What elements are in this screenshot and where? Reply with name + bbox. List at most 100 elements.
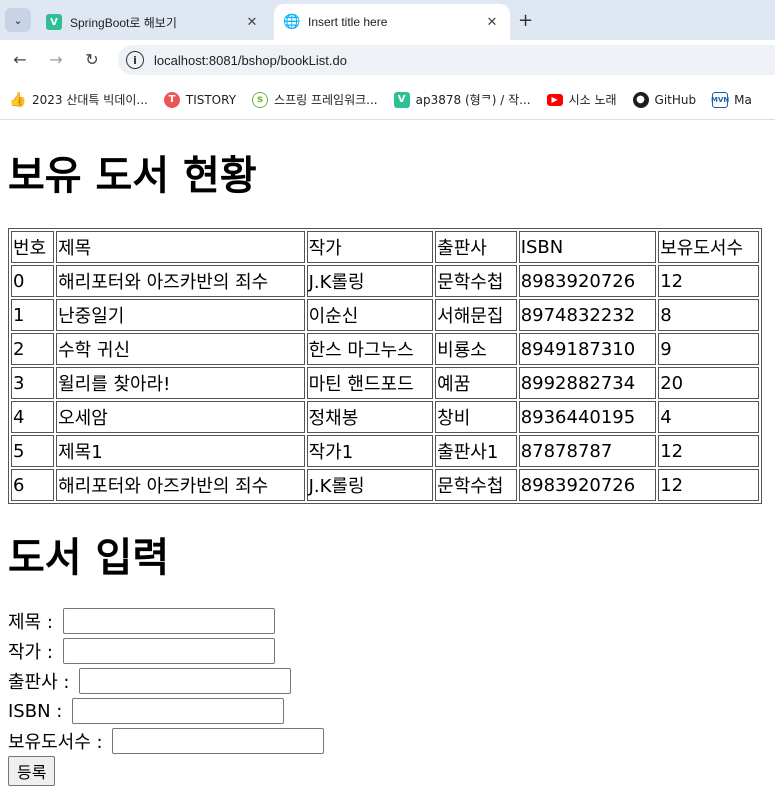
table-cell: 4: [658, 401, 759, 433]
toolbar: ← → ↻ i localhost:8081/bshop/bookList.do: [0, 40, 775, 80]
thumbs-up-icon: 👍: [9, 91, 27, 108]
table-cell: 문학수첩: [435, 469, 517, 501]
bookmark-label: 스프링 프레임워크...: [274, 93, 378, 107]
tab-springboot[interactable]: V SpringBoot로 해보기 ✕: [38, 4, 270, 40]
back-arrow-icon[interactable]: ←: [10, 50, 30, 70]
bookmark-youtube[interactable]: ▶ 시소 노래: [546, 91, 617, 108]
tab-title: Insert title here: [308, 15, 388, 29]
stock-input[interactable]: [112, 728, 325, 754]
author-label: 작가 :: [8, 642, 59, 663]
header-cell: ISBN: [518, 231, 657, 263]
table-cell: J.K롤링: [306, 469, 434, 501]
form-title: 도서 입력: [8, 535, 170, 581]
publisher-row: 출판사 :: [8, 666, 767, 696]
tab-bar: ⌄ V SpringBoot로 해보기 ✕ 🌐 Insert title her…: [0, 0, 775, 40]
book-input-form: 제목 : 작가 : 출판사 : ISBN : 보유도서수 : 등록: [8, 606, 767, 786]
table-row: 1 난중일기 이순신 서해문집 8974832232 8: [11, 299, 759, 331]
new-tab-button[interactable]: +: [518, 10, 533, 31]
bookmark-ap3878[interactable]: V ap3878 (형ᄏ) / 작...: [393, 91, 531, 108]
isbn-input[interactable]: [72, 698, 285, 724]
isbn-label: ISBN :: [8, 700, 69, 722]
table-row: 3 윌리를 찾아라! 마틴 핸드포드 예꿈 8992882734 20: [11, 367, 759, 399]
table-cell: 8949187310: [518, 333, 657, 365]
table-cell: 12: [658, 435, 759, 467]
bookmark-label: Ma: [734, 92, 752, 107]
address-bar[interactable]: i localhost:8081/bshop/bookList.do: [118, 45, 775, 75]
table-cell: 2: [11, 333, 55, 365]
tistory-icon: T: [163, 91, 180, 108]
table-cell: 한스 마그누스: [306, 333, 434, 365]
table-row: 6 해리포터와 아즈카반의 죄수 J.K롤링 문학수첩 8983920726 12: [11, 469, 759, 501]
publisher-label: 출판사 :: [8, 672, 76, 693]
table-cell: 4: [11, 401, 55, 433]
table-cell: 이순신: [306, 299, 434, 331]
github-icon: ●: [632, 91, 649, 108]
table-cell: 예꿈: [435, 367, 517, 399]
title-input[interactable]: [62, 608, 275, 634]
table-cell: 8983920726: [518, 265, 657, 297]
page-title: 보유 도서 현황: [8, 153, 257, 199]
stock-label: 보유도서수 :: [8, 732, 109, 753]
header-cell: 출판사: [435, 231, 517, 263]
tab-insert-title[interactable]: 🌐 Insert title here ✕: [274, 4, 510, 40]
table-cell: 0: [11, 265, 55, 297]
submit-button[interactable]: 등록: [8, 756, 56, 786]
reload-icon[interactable]: ↻: [82, 50, 102, 70]
bookmark-label: GitHub: [654, 92, 697, 107]
tab-search-button[interactable]: ⌄: [5, 8, 31, 32]
table-cell: J.K롤링: [306, 265, 434, 297]
table-cell: 출판사1: [435, 435, 517, 467]
header-cell: 보유도서수: [658, 231, 759, 263]
book-table: 번호 제목 작가 출판사 ISBN 보유도서수 0 해리포터와 아즈카반의 죄수 J…: [8, 228, 762, 504]
table-cell: 8992882734: [518, 367, 657, 399]
author-input[interactable]: [62, 638, 275, 664]
close-icon[interactable]: ✕: [242, 14, 262, 30]
publisher-input[interactable]: [79, 668, 292, 694]
mvn-icon: MVN: [711, 91, 729, 108]
bookmark-maven[interactable]: MVN Ma: [711, 91, 752, 108]
table-row: 2 수학 귀신 한스 마그누스 비룡소 8949187310 9: [11, 333, 759, 365]
table-cell: 마틴 핸드포드: [306, 367, 434, 399]
table-cell: 제목1: [56, 435, 305, 467]
table-cell: 87878787: [518, 435, 657, 467]
table-cell: 서해문집: [435, 299, 517, 331]
table-cell: 난중일기: [56, 299, 305, 331]
table-cell: 창비: [435, 401, 517, 433]
isbn-row: ISBN :: [8, 696, 767, 726]
v-icon: V: [393, 91, 410, 108]
table-cell: 3: [11, 367, 55, 399]
bookmark-spring[interactable]: s 스프링 프레임워크...: [252, 91, 378, 108]
table-cell: 9: [658, 333, 759, 365]
info-icon[interactable]: i: [126, 51, 144, 69]
bookmark-label: ap3878 (형ᄏ) / 작...: [415, 93, 531, 107]
tab-title: SpringBoot로 해보기: [70, 15, 177, 30]
table-cell: 20: [658, 367, 759, 399]
author-row: 작가 :: [8, 636, 767, 666]
table-cell: 6: [11, 469, 55, 501]
url-text[interactable]: localhost:8081/bshop/bookList.do: [154, 53, 347, 68]
youtube-icon: ▶: [546, 93, 563, 106]
table-row: 4 오세암 정채봉 창비 8936440195 4: [11, 401, 759, 433]
header-cell: 번호: [11, 231, 55, 263]
globe-icon: 🌐: [283, 14, 301, 30]
table-cell: 5: [11, 435, 55, 467]
table-cell: 작가1: [306, 435, 434, 467]
table-cell: 1: [11, 299, 55, 331]
table-cell: 문학수첩: [435, 265, 517, 297]
table-cell: 8936440195: [518, 401, 657, 433]
title-label: 제목 :: [8, 612, 59, 633]
page-content: 보유 도서 현황 번호 제목 작가 출판사 ISBN 보유도서수 0 해리포터와 …: [0, 150, 775, 786]
table-row: 5 제목1 작가1 출판사1 87878787 12: [11, 435, 759, 467]
table-cell: 12: [658, 469, 759, 501]
close-icon[interactable]: ✕: [482, 14, 502, 30]
forward-arrow-icon[interactable]: →: [46, 50, 66, 70]
bookmark-github[interactable]: ● GitHub: [632, 91, 697, 108]
bookmark-tistory[interactable]: T TISTORY: [163, 91, 236, 108]
table-cell: 비룡소: [435, 333, 517, 365]
bookmark-label: 시소 노래: [568, 93, 617, 107]
title-row: 제목 :: [8, 606, 767, 636]
table-cell: 윌리를 찾아라!: [56, 367, 305, 399]
table-cell: 수학 귀신: [56, 333, 305, 365]
bookmark-bigdata[interactable]: 👍 2023 산대특 빅데이...: [9, 91, 148, 108]
header-cell: 작가: [306, 231, 434, 263]
